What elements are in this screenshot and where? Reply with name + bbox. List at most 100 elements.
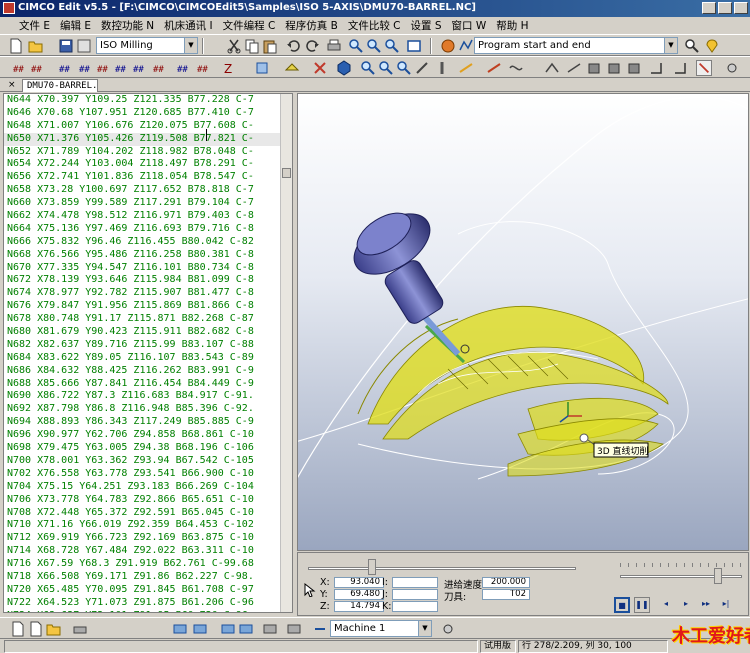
code-line[interactable]: N708 X72.448 Y65.372 Z92.591 B65.045 C-1… [4, 507, 292, 520]
play-to-end-icon[interactable]: ▸| [718, 597, 734, 613]
settings-icon[interactable] [724, 60, 740, 76]
view-icon[interactable] [586, 60, 602, 76]
menu-simulation[interactable]: 程序仿真 B [280, 18, 343, 33]
step-back-icon[interactable]: ◂ [658, 597, 674, 613]
code-line[interactable]: N700 X78.001 Y63.362 Z93.94 B67.542 C-10… [4, 455, 292, 468]
toggle-icon[interactable] [696, 60, 712, 76]
machine-type-select[interactable]: ISO Milling ▼ [96, 37, 198, 54]
code-line[interactable]: N714 X68.728 Y67.484 Z92.022 B63.311 C-1… [4, 545, 292, 558]
nc-function-icon[interactable]: ## [132, 60, 148, 76]
view-icon[interactable] [648, 60, 664, 76]
nc-function-icon[interactable]: ## [96, 60, 112, 76]
zoom-in-icon[interactable] [360, 60, 376, 76]
menu-edit[interactable]: 编辑 E [55, 18, 96, 33]
code-line[interactable]: N694 X88.893 Y86.343 Z117.249 B85.885 C-… [4, 416, 292, 429]
transfer-icon[interactable] [192, 621, 208, 637]
simulation-viewport[interactable]: 3D 直线切削 [297, 93, 749, 551]
nc-function-icon[interactable]: ## [12, 60, 28, 76]
code-line[interactable]: N664 X75.136 Y97.469 Z116.693 B79.716 C-… [4, 223, 292, 236]
pause-button[interactable]: ❚❚ [634, 597, 650, 613]
view-icon[interactable] [284, 60, 300, 76]
code-line[interactable]: N646 X70.68 Y107.951 Z120.685 B77.410 C-… [4, 107, 292, 120]
step-forward-icon[interactable]: ▸ [678, 597, 694, 613]
code-line[interactable]: N670 X77.335 Y94.547 Z116.101 B80.734 C-… [4, 262, 292, 275]
file-icon[interactable] [28, 621, 44, 637]
copy-icon[interactable] [244, 38, 260, 54]
toolpath-icon[interactable] [458, 60, 474, 76]
find-next-icon[interactable] [366, 38, 382, 54]
menu-settings[interactable]: 设置 S [406, 18, 447, 33]
code-line[interactable]: N724 X63.627 Y72.101 Z91.95 B60.720 C-96… [4, 610, 292, 612]
code-line[interactable]: N650 X71.376 Y105.426 Z119.508 B77.821 C… [4, 132, 292, 146]
code-line[interactable]: N688 X85.666 Y87.841 Z116.454 B84.449 C-… [4, 378, 292, 391]
renumber-icon[interactable]: Z [222, 60, 238, 76]
code-line[interactable]: N684 X83.622 Y89.05 Z116.107 B83.543 C-8… [4, 352, 292, 365]
code-line[interactable]: N666 X75.832 Y96.46 Z116.455 B80.042 C-8… [4, 236, 292, 249]
code-line[interactable]: N706 X73.778 Y64.783 Z92.866 B65.651 C-1… [4, 494, 292, 507]
simulate-icon[interactable] [440, 38, 456, 54]
receive-icon[interactable] [238, 621, 254, 637]
measure-icon[interactable] [414, 60, 430, 76]
speed-slider-thumb[interactable] [714, 568, 722, 584]
print-icon[interactable] [72, 621, 88, 637]
transfer-icon[interactable] [172, 621, 188, 637]
menu-help[interactable]: 帮助 H [491, 18, 533, 33]
code-line[interactable]: N672 X78.139 Y93.646 Z115.984 B81.099 C-… [4, 274, 292, 287]
tool-path-icon[interactable] [458, 38, 474, 54]
fast-forward-icon[interactable]: ▸▸ [698, 597, 714, 613]
toolpath-icon[interactable] [544, 60, 560, 76]
menu-file-programming[interactable]: 文件编程 C [218, 18, 281, 33]
code-line[interactable]: N656 X72.741 Y101.836 Z118.054 B78.547 C… [4, 171, 292, 184]
machine-icon[interactable] [286, 621, 302, 637]
menu-machine-comm[interactable]: 机床通讯 I [159, 18, 217, 33]
speed-slider[interactable] [620, 575, 742, 578]
code-line[interactable]: N680 X81.679 Y90.423 Z115.911 B82.682 C-… [4, 326, 292, 339]
cut-icon[interactable] [226, 38, 242, 54]
toolpath-icon[interactable] [486, 60, 502, 76]
file-icon[interactable] [10, 621, 26, 637]
code-line[interactable]: N720 X65.485 Y70.095 Z91.845 B61.708 C-9… [4, 584, 292, 597]
view-icon[interactable] [626, 60, 642, 76]
settings-icon[interactable] [440, 621, 456, 637]
window-icon[interactable] [406, 38, 422, 54]
zoom-icon[interactable] [684, 38, 700, 54]
code-line[interactable]: N678 X80.748 Y91.17 Z115.871 B82.268 C-8… [4, 313, 292, 326]
code-line[interactable]: N648 X71.007 Y106.676 Z120.075 B77.608 C… [4, 120, 292, 133]
folder-icon[interactable] [46, 621, 62, 637]
close-tab-icon[interactable]: × [8, 80, 18, 90]
code-line[interactable]: N712 X69.919 Y66.723 Z92.169 B63.875 C-1… [4, 532, 292, 545]
nc-function-icon[interactable]: ## [152, 60, 168, 76]
code-line[interactable]: N696 X90.977 Y62.706 Z94.858 B68.861 C-1… [4, 429, 292, 442]
code-line[interactable]: N686 X84.632 Y88.425 Z116.262 B83.991 C-… [4, 365, 292, 378]
scrollbar-thumb[interactable] [282, 168, 291, 178]
code-line[interactable]: N644 X70.397 Y109.25 Z121.335 B77.228 C-… [4, 94, 292, 107]
nc-function-icon[interactable]: ## [196, 60, 212, 76]
machine-select[interactable]: Machine 1 ▼ [330, 620, 432, 637]
arrow-icon[interactable] [312, 621, 328, 637]
menu-file-compare[interactable]: 文件比较 C [343, 18, 406, 33]
help-icon[interactable] [704, 38, 720, 54]
new-file-icon[interactable] [8, 38, 24, 54]
tool-icon[interactable] [434, 60, 450, 76]
print-icon[interactable] [326, 38, 342, 54]
nc-function-icon[interactable]: ## [78, 60, 94, 76]
code-line[interactable]: N676 X79.847 Y91.956 Z115.869 B81.866 C-… [4, 300, 292, 313]
menu-window[interactable]: 窗口 W [447, 18, 492, 33]
find-icon[interactable] [348, 38, 364, 54]
zoom-fit-icon[interactable] [396, 60, 412, 76]
send-icon[interactable] [220, 621, 236, 637]
code-line[interactable]: N704 X75.15 Y64.251 Z93.183 B66.269 C-10… [4, 481, 292, 494]
vertical-scrollbar[interactable] [280, 94, 292, 612]
code-line[interactable]: N698 X79.475 Y63.005 Z94.38 B68.196 C-10… [4, 442, 292, 455]
save-all-icon[interactable] [76, 38, 92, 54]
toolpath-icon[interactable] [508, 60, 524, 76]
nc-function-icon[interactable]: ## [114, 60, 130, 76]
code-line[interactable]: N662 X74.478 Y98.512 Z116.971 B79.403 C-… [4, 210, 292, 223]
redo-icon[interactable] [304, 38, 320, 54]
nc-function-icon[interactable]: ## [58, 60, 74, 76]
code-line[interactable]: N716 X67.59 Y68.3 Z91.919 B62.761 C-99.6… [4, 558, 292, 571]
tab-dmu70-barrel[interactable]: DMU70-BARREL.NC [22, 79, 98, 92]
zoom-out-icon[interactable] [378, 60, 394, 76]
code-line[interactable]: N722 X64.523 Y71.073 Z91.875 B61.206 C-9… [4, 597, 292, 610]
open-folder-icon[interactable] [28, 38, 44, 54]
